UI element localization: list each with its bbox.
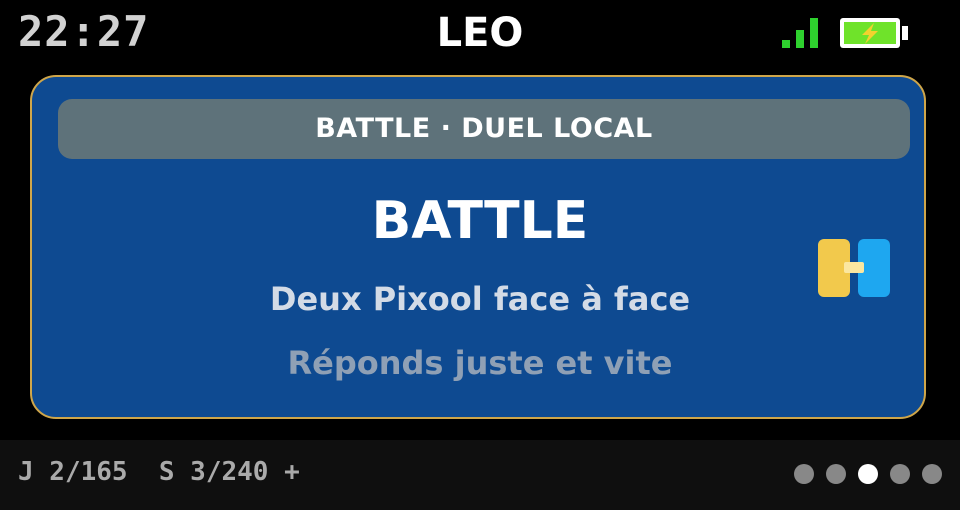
duel-icon [818,239,890,297]
bottom-bar: J 2/165 S 3/240 + [0,440,960,510]
mode-title: BATTLE [371,191,589,251]
mode-header: BATTLE · DUEL LOCAL [58,99,910,159]
game-mode-card[interactable]: BATTLE · DUEL LOCAL BATTLE Deux Pixool f… [30,75,926,419]
progress-counter: J 2/165 S 3/240 + [18,457,300,487]
page-dot[interactable] [794,464,814,484]
page-dot[interactable] [922,464,942,484]
page-dot[interactable] [890,464,910,484]
page-dot[interactable] [858,464,878,484]
battery-charging-icon [840,18,908,48]
status-bar: 22:27 LEO [0,0,960,66]
mode-subtitle: Deux Pixool face à face [269,280,691,318]
signal-bars-icon [782,18,818,48]
page-indicator [794,464,942,484]
page-dot[interactable] [826,464,846,484]
mode-hint: Réponds juste et vite [287,344,673,382]
